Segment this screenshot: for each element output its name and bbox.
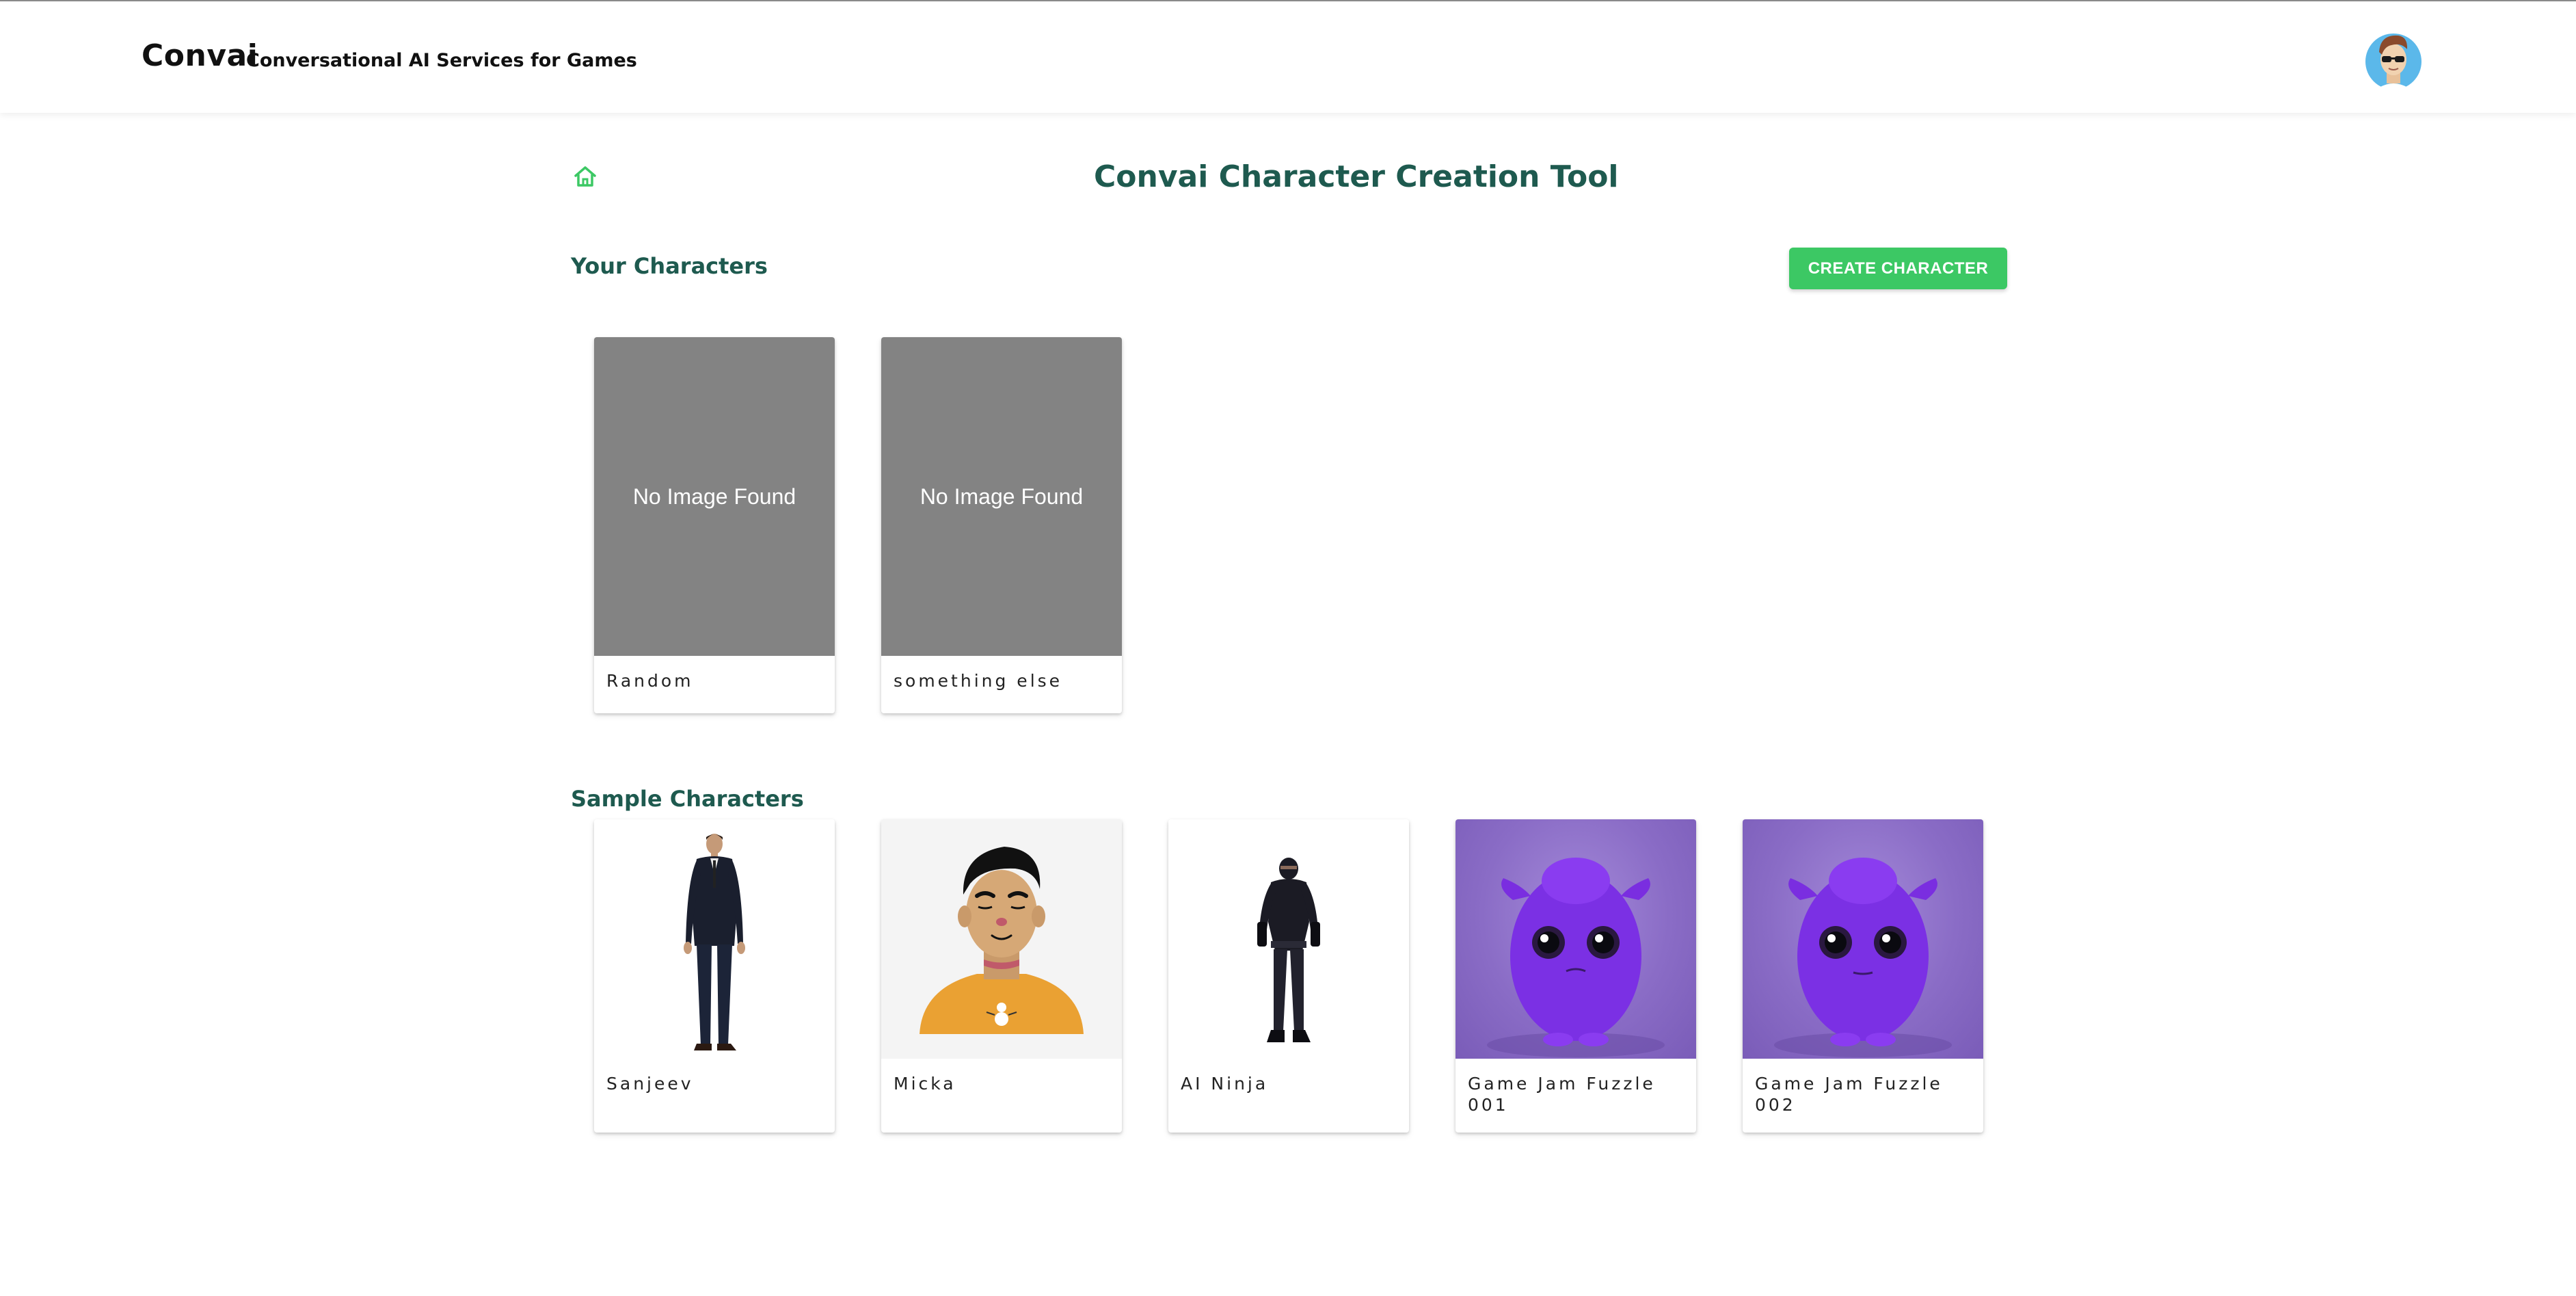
character-name: Random bbox=[606, 671, 694, 691]
no-image-placeholder: No Image Found bbox=[594, 337, 835, 656]
character-name: Game Jam Fuzzle 002 bbox=[1755, 1074, 1943, 1115]
sample-card-game-jam-fuzzle-001[interactable]: Game Jam Fuzzle 001 bbox=[1455, 819, 1696, 1133]
top-bar: Convai Conversational AI Services for Ga… bbox=[0, 0, 2576, 113]
no-image-placeholder: No Image Found bbox=[881, 337, 1122, 656]
character-card-random[interactable]: No Image Found Random bbox=[594, 337, 835, 713]
sample-characters-heading: Sample Characters bbox=[571, 786, 804, 812]
character-name: Micka bbox=[894, 1074, 956, 1094]
sample-card-micka[interactable]: Micka bbox=[881, 819, 1122, 1133]
character-name: AI Ninja bbox=[1181, 1074, 1269, 1094]
brand-logo-text[interactable]: Convai bbox=[142, 38, 258, 73]
avatar-icon bbox=[2365, 34, 2421, 90]
character-name: Game Jam Fuzzle 001 bbox=[1468, 1074, 1656, 1115]
character-image-purple-monster bbox=[1743, 819, 1983, 1059]
character-image-man-in-suit bbox=[594, 819, 835, 1059]
character-image-cartoon-man bbox=[881, 819, 1122, 1059]
character-name: Sanjeev bbox=[606, 1074, 694, 1094]
page-title: Convai Character Creation Tool bbox=[1094, 159, 1619, 194]
page: Convai Conversational AI Services for Ga… bbox=[0, 0, 2576, 1296]
create-character-button[interactable]: CREATE CHARACTER bbox=[1789, 248, 2007, 289]
character-image-ninja bbox=[1168, 819, 1409, 1059]
character-image-purple-monster bbox=[1455, 819, 1696, 1059]
sample-card-sanjeev[interactable]: Sanjeev bbox=[594, 819, 835, 1133]
user-avatar[interactable] bbox=[2365, 29, 2421, 90]
sample-card-ai-ninja[interactable]: AI Ninja bbox=[1168, 819, 1409, 1133]
sample-card-game-jam-fuzzle-002[interactable]: Game Jam Fuzzle 002 bbox=[1743, 819, 1983, 1133]
brand-tagline: Conversational AI Services for Games bbox=[246, 50, 637, 71]
your-characters-heading: Your Characters bbox=[571, 253, 768, 279]
home-icon[interactable] bbox=[573, 164, 598, 189]
character-card-something-else[interactable]: No Image Found something else bbox=[881, 337, 1122, 713]
character-name: something else bbox=[894, 671, 1063, 691]
